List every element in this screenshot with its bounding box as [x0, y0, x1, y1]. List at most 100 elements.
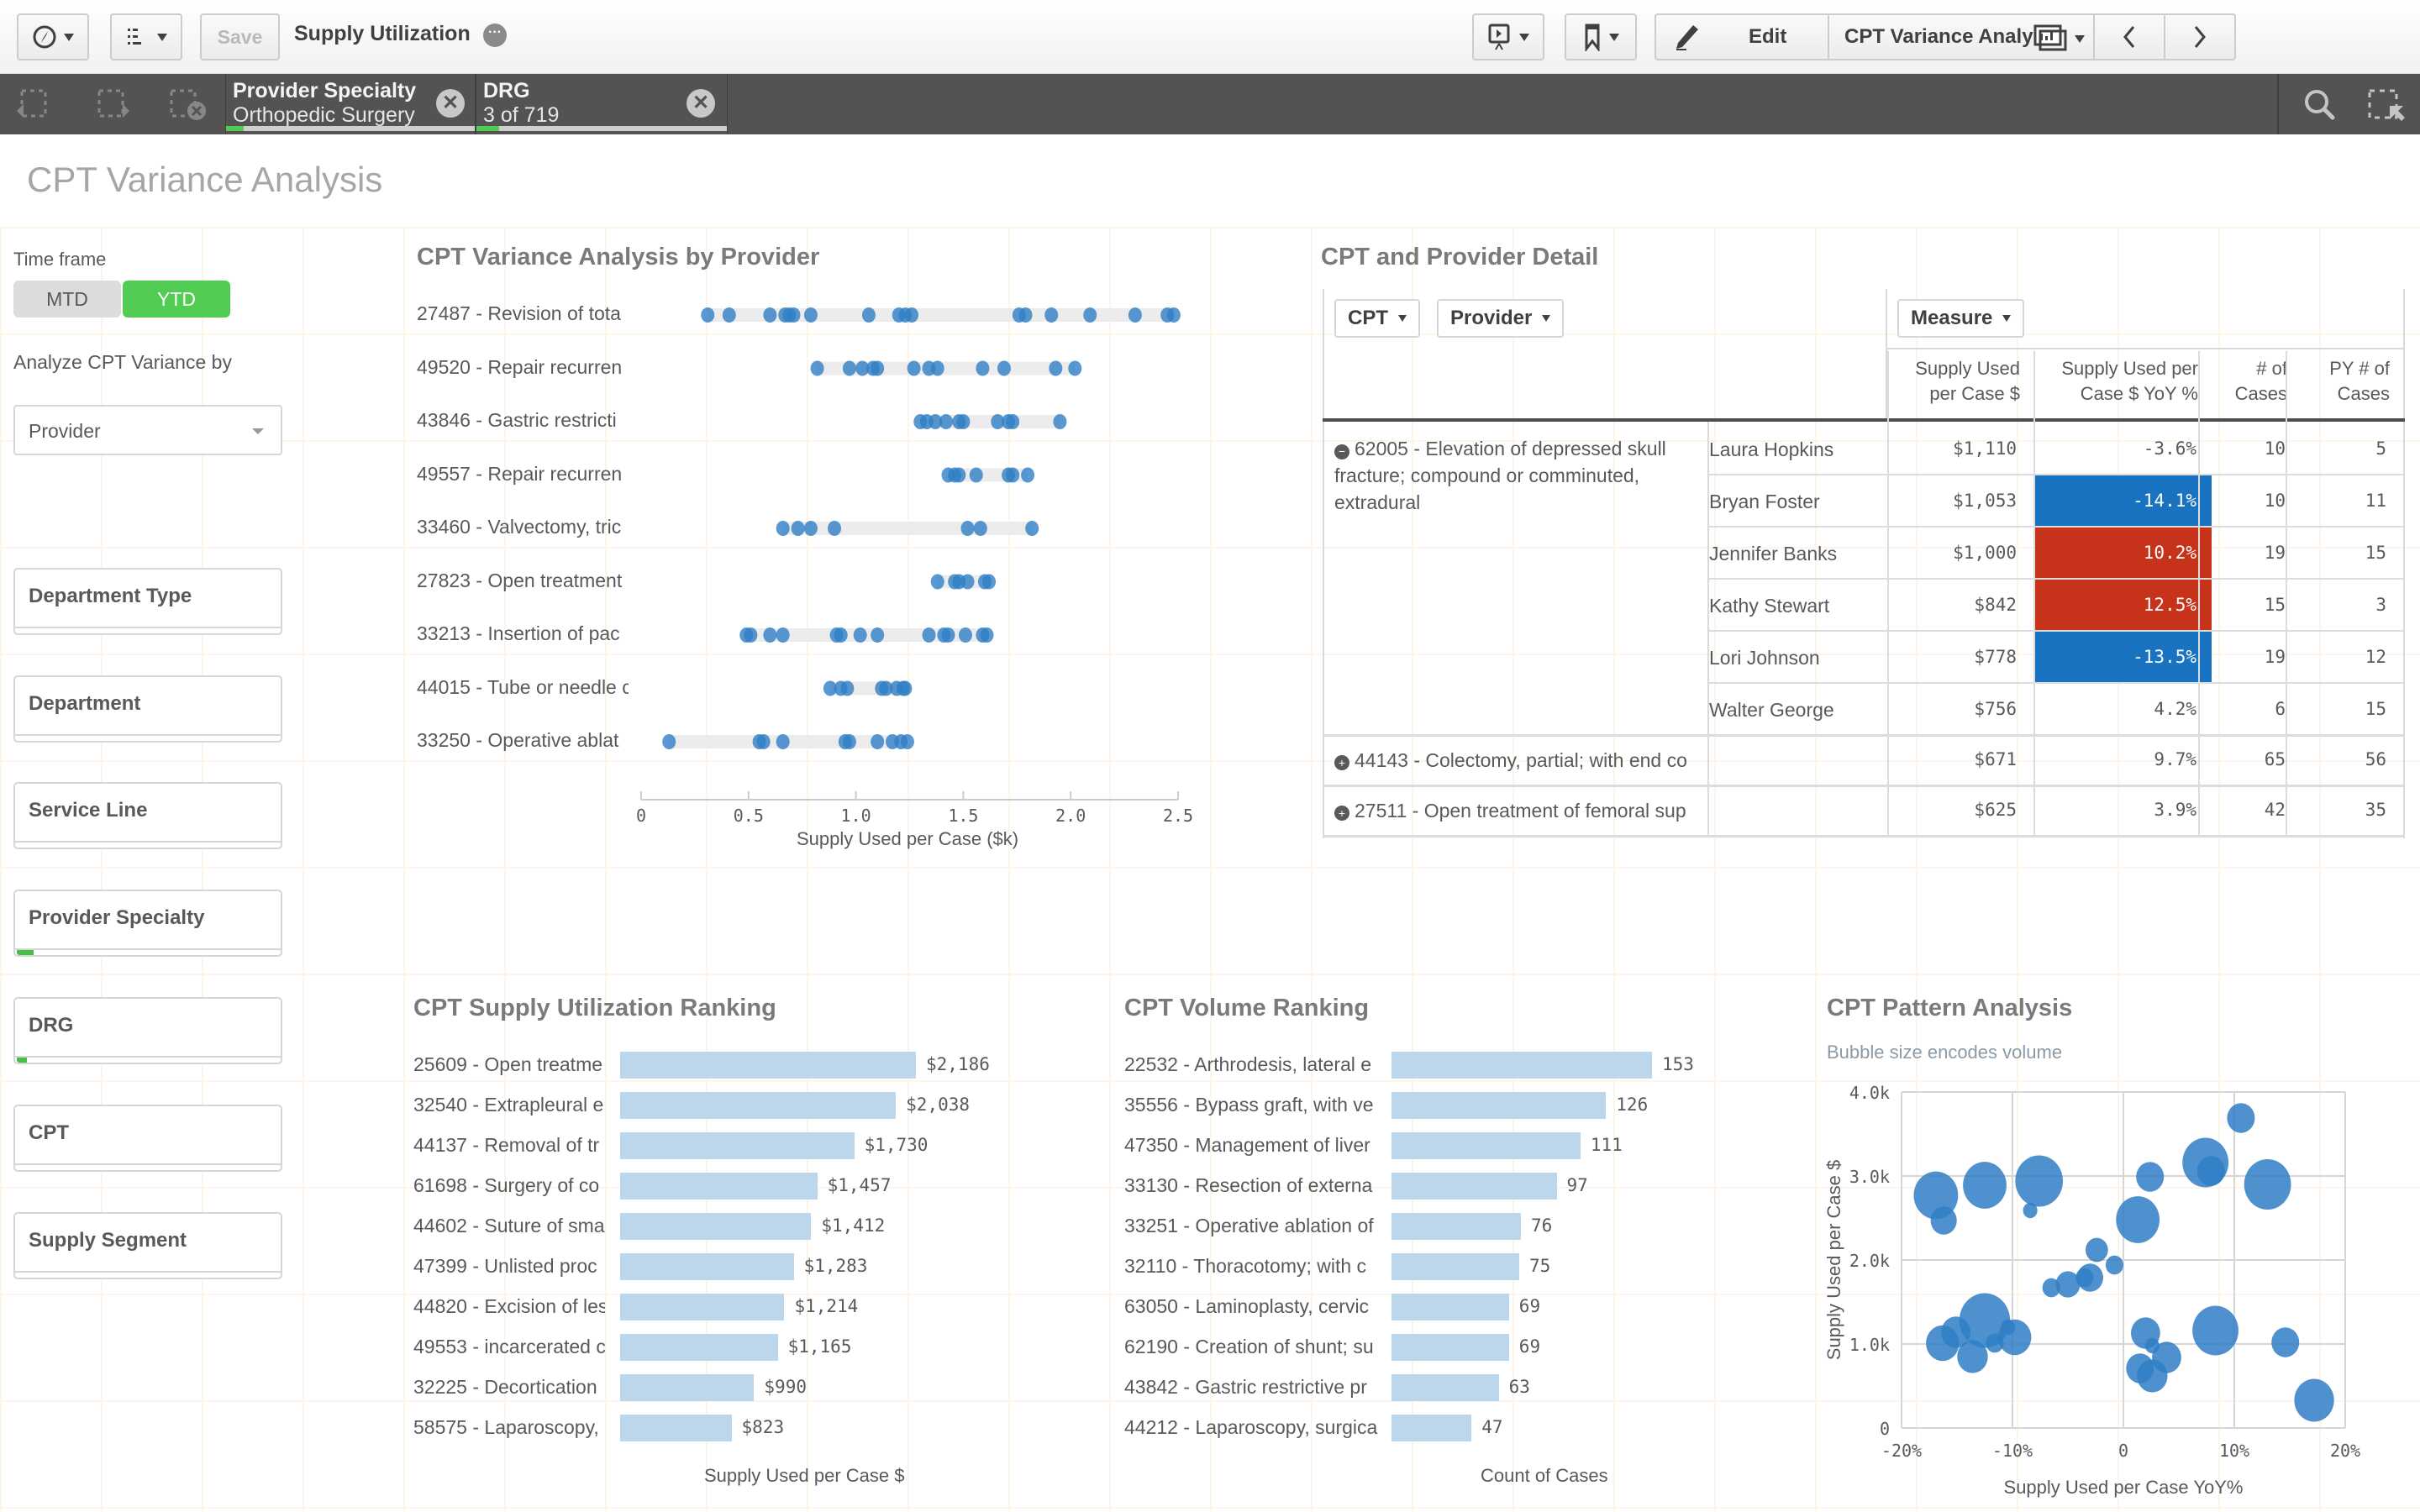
- ranking-row-label[interactable]: 44212 - Laparoscopy, surgica: [1124, 1416, 1380, 1439]
- dot-plot-point[interactable]: [982, 574, 997, 590]
- dot-plot-row-label[interactable]: 27487 - Revision of tota: [417, 302, 629, 325]
- ranking-bar[interactable]: [1392, 1092, 1607, 1119]
- ranking-bar[interactable]: [1392, 1173, 1557, 1200]
- ranking-row-label[interactable]: 44602 - Suture of sma: [413, 1215, 605, 1237]
- filter-listbox-cpt[interactable]: CPT: [13, 1105, 282, 1172]
- dot-plot-point[interactable]: [1166, 307, 1181, 323]
- ranking-row-label[interactable]: 47399 - Unlisted proc: [413, 1255, 605, 1278]
- dot-plot-chart[interactable]: 0 0.5 1.0 1.5 2.0 2.5: [0, 0, 1311, 874]
- dot-plot-point[interactable]: [763, 627, 777, 643]
- dot-plot-point[interactable]: [1053, 414, 1067, 429]
- bubble-point[interactable]: [1957, 1340, 1988, 1373]
- dot-plot-row-label[interactable]: 44015 - Tube or needle c: [417, 676, 629, 699]
- dot-plot-point[interactable]: [1049, 360, 1063, 376]
- ranking-bar[interactable]: [1392, 1294, 1509, 1320]
- ranking-bar[interactable]: [620, 1253, 794, 1280]
- bubble-point[interactable]: [2015, 1155, 2064, 1207]
- ranking-bar[interactable]: [620, 1132, 855, 1159]
- ranking-bar[interactable]: [1392, 1052, 1652, 1079]
- cpt-group-label[interactable]: +27511 - Open treatment of femoral sup: [1334, 800, 1696, 822]
- ranking-row-label[interactable]: 49553 - incarcerated c: [413, 1336, 605, 1358]
- ranking-bar[interactable]: [620, 1092, 897, 1119]
- dot-plot-point[interactable]: [939, 414, 953, 429]
- dot-plot-point[interactable]: [744, 627, 758, 643]
- ranking-row-label[interactable]: 63050 - Laminoplasty, cervic: [1124, 1295, 1380, 1318]
- dot-plot-point[interactable]: [969, 467, 983, 483]
- dot-plot-point[interactable]: [722, 307, 736, 323]
- selection-tool-icon[interactable]: [2366, 87, 2407, 123]
- ranking-row-label[interactable]: 32225 - Decortication: [413, 1376, 605, 1399]
- bubble-point[interactable]: [2196, 1156, 2225, 1186]
- dot-plot-point[interactable]: [907, 360, 921, 376]
- dot-plot-point[interactable]: [930, 574, 944, 590]
- measure-button[interactable]: Measure: [1897, 299, 2025, 338]
- dot-plot-point[interactable]: [1083, 307, 1097, 323]
- dot-plot-point[interactable]: [956, 414, 971, 429]
- dot-plot-point[interactable]: [1006, 467, 1020, 483]
- provider-name[interactable]: Jennifer Banks: [1709, 543, 1837, 565]
- dot-plot-point[interactable]: [803, 307, 818, 323]
- dot-plot-point[interactable]: [941, 627, 955, 643]
- expand-icon[interactable]: +: [1334, 755, 1349, 770]
- dot-plot-row-label[interactable]: 33250 - Operative ablat: [417, 729, 629, 752]
- ranking-row-label[interactable]: 32540 - Extrapleural e: [413, 1094, 605, 1116]
- provider-dimension-button[interactable]: Provider: [1437, 299, 1565, 338]
- search-icon[interactable]: [2302, 87, 2338, 123]
- filter-listbox-drg[interactable]: DRG: [13, 997, 282, 1064]
- ranking-row-label[interactable]: 33130 - Resection of externa: [1124, 1174, 1380, 1197]
- dot-plot-point[interactable]: [930, 360, 944, 376]
- ranking-bar[interactable]: [620, 1374, 755, 1401]
- dot-plot-point[interactable]: [952, 467, 966, 483]
- next-sheet-button[interactable]: [2164, 13, 2236, 60]
- filter-listbox-supply-segment[interactable]: Supply Segment: [13, 1212, 282, 1279]
- ranking-row-label[interactable]: 33251 - Operative ablation of: [1124, 1215, 1380, 1237]
- provider-name[interactable]: Laura Hopkins: [1709, 438, 1833, 461]
- ranking-row-label[interactable]: 58575 - Laparoscopy,: [413, 1416, 605, 1439]
- dot-plot-point[interactable]: [786, 307, 801, 323]
- ranking-bar[interactable]: [620, 1334, 778, 1361]
- ranking-row-label[interactable]: 43842 - Gastric restrictive pr: [1124, 1376, 1380, 1399]
- collapse-icon[interactable]: −: [1334, 444, 1349, 459]
- dot-plot-point[interactable]: [976, 360, 990, 376]
- bubble-chart[interactable]: -20% -10% 0 10% 20% 0 1.0k 2.0k 3.0k 4.0k Supply U…: [1807, 1067, 2420, 1512]
- bubble-point[interactable]: [2192, 1305, 2238, 1356]
- ranking-bar[interactable]: [1392, 1213, 1521, 1240]
- dot-plot-point[interactable]: [960, 574, 975, 590]
- dot-plot-point[interactable]: [840, 680, 855, 696]
- dot-plot-point[interactable]: [828, 521, 842, 536]
- ranking-row-label[interactable]: 47350 - Management of liver: [1124, 1134, 1380, 1157]
- dot-plot-point[interactable]: [701, 307, 715, 323]
- bubble-point[interactable]: [2023, 1202, 2038, 1219]
- edit-button[interactable]: Edit: [1655, 13, 1829, 60]
- dot-plot-point[interactable]: [905, 307, 919, 323]
- ranking-bar[interactable]: [620, 1415, 732, 1441]
- dot-plot-point[interactable]: [763, 307, 777, 323]
- dot-plot-point[interactable]: [834, 627, 848, 643]
- bubble-point[interactable]: [2076, 1263, 2103, 1292]
- dot-plot-point[interactable]: [973, 521, 987, 536]
- dot-plot-point[interactable]: [810, 360, 824, 376]
- filter-listbox-provider-specialty[interactable]: Provider Specialty: [13, 890, 282, 957]
- bubble-point[interactable]: [2116, 1196, 2160, 1243]
- dot-plot-row-label[interactable]: 43846 - Gastric restricti: [417, 409, 629, 432]
- bubble-point[interactable]: [2271, 1327, 2300, 1357]
- ranking-row-label[interactable]: 22532 - Arthrodesis, lateral e: [1124, 1053, 1380, 1076]
- dot-plot-point[interactable]: [776, 627, 790, 643]
- dot-plot-point[interactable]: [900, 734, 914, 749]
- bubble-point[interactable]: [2227, 1103, 2255, 1133]
- ranking-bar[interactable]: [1392, 1374, 1499, 1401]
- dot-plot-point[interactable]: [871, 627, 885, 643]
- bubble-point[interactable]: [1963, 1162, 2007, 1209]
- dot-plot-point[interactable]: [776, 521, 790, 536]
- bubble-point[interactable]: [2244, 1159, 2291, 1210]
- bubble-point[interactable]: [2105, 1255, 2123, 1275]
- dot-plot-point[interactable]: [922, 627, 936, 643]
- dot-plot-point[interactable]: [1025, 521, 1039, 536]
- ranking-bar[interactable]: [620, 1173, 818, 1200]
- bubble-point[interactable]: [1997, 1319, 2032, 1356]
- dot-plot-point[interactable]: [776, 734, 790, 749]
- dot-plot-point[interactable]: [842, 360, 856, 376]
- dot-plot-row-label[interactable]: 33213 - Insertion of pac: [417, 622, 629, 645]
- dot-plot-point[interactable]: [871, 360, 885, 376]
- ranking-bar[interactable]: [1392, 1415, 1472, 1441]
